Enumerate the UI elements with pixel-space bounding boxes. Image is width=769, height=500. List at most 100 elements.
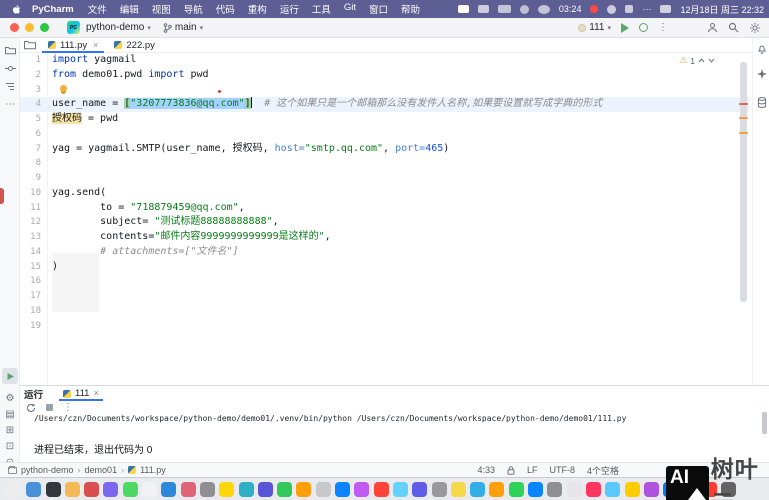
dock-app-icon-10[interactable]	[181, 482, 196, 497]
project-tool-icon[interactable]	[0, 42, 20, 58]
dock-app-icon-22[interactable]	[412, 482, 427, 497]
dock-app-icon-29[interactable]	[547, 482, 562, 497]
run-tool-icon[interactable]	[2, 368, 18, 384]
dock-app-icon-16[interactable]	[296, 482, 311, 497]
more-actions-button[interactable]: ⋮	[658, 22, 669, 33]
input-method-icon[interactable]	[660, 5, 671, 13]
menu-item-工具[interactable]: 工具	[312, 2, 331, 16]
pycharm-logo-icon[interactable]: PC	[67, 21, 80, 34]
user-account-icon[interactable]	[707, 22, 718, 33]
more-tool-windows-icon[interactable]: ⋯	[0, 96, 20, 112]
app-a-icon[interactable]	[607, 5, 616, 14]
line-number[interactable]: 19	[20, 319, 41, 334]
line-number[interactable]: 10	[20, 186, 41, 201]
line-number[interactable]: 9	[20, 171, 41, 186]
code-editor[interactable]: 1import yagmail2from demo01.pwd import p…	[20, 53, 749, 385]
dock-app-icon-27[interactable]	[509, 482, 524, 497]
project-selector[interactable]: python-demo▾	[86, 22, 151, 33]
menu-item-导航[interactable]: 导航	[184, 2, 203, 16]
dock-app-icon-32[interactable]	[605, 482, 620, 497]
debug-button[interactable]	[639, 23, 648, 32]
menu-item-窗口[interactable]: 窗口	[369, 2, 388, 16]
dock-app-icon-8[interactable]	[142, 482, 157, 497]
screen-mirroring-icon[interactable]	[458, 5, 469, 13]
file-encoding[interactable]: UTF-8	[549, 465, 575, 475]
next-warning-icon[interactable]	[708, 58, 715, 63]
menu-item-文件[interactable]: 文件	[88, 2, 107, 16]
ai-assistant-icon[interactable]	[753, 66, 769, 82]
dock-app-icon-24[interactable]	[451, 482, 466, 497]
dock-app-icon-19[interactable]	[354, 482, 369, 497]
cursor-position[interactable]: 4:33	[477, 465, 495, 475]
run-config-selector[interactable]: 111▾	[578, 22, 611, 33]
editor-scrollbar[interactable]	[740, 62, 747, 302]
line-number[interactable]: 13	[20, 230, 41, 245]
line-number[interactable]: 7	[20, 142, 41, 157]
console-command-line[interactable]: /Users/czn/Documents/workspace/python-de…	[34, 414, 755, 423]
inspection-widget[interactable]: ⚠ 1	[679, 55, 715, 66]
console-scrollbar[interactable]	[762, 412, 767, 434]
line-number[interactable]: 17	[20, 289, 41, 304]
apple-logo-icon[interactable]	[12, 4, 22, 15]
menu-item-运行[interactable]: 运行	[280, 2, 299, 16]
line-number[interactable]: 15	[20, 260, 41, 275]
close-window-button[interactable]	[10, 23, 19, 32]
search-icon[interactable]	[728, 22, 739, 33]
line-number[interactable]: 6	[20, 127, 41, 142]
dock-app-icon-6[interactable]	[103, 482, 118, 497]
app-b-icon[interactable]	[625, 5, 633, 13]
editor-tab-222.py[interactable]: 222.py	[106, 38, 163, 52]
menu-item-视图[interactable]: 视图	[152, 2, 171, 16]
dock-app-icon-20[interactable]	[374, 482, 389, 497]
run-tab[interactable]: 111 ×	[57, 386, 105, 401]
dock-app-icon-14[interactable]	[258, 482, 273, 497]
dock-app-icon-7[interactable]	[123, 482, 138, 497]
dock-app-icon-2[interactable]	[26, 482, 41, 497]
line-number[interactable]: 11	[20, 201, 41, 216]
dock-app-icon-1[interactable]	[7, 482, 22, 497]
dock-app-icon-21[interactable]	[393, 482, 408, 497]
dock-app-icon-23[interactable]	[432, 482, 447, 497]
notifications-bell-icon[interactable]	[753, 41, 769, 57]
app-switcher-icon[interactable]	[478, 5, 489, 13]
prev-warning-icon[interactable]	[698, 58, 705, 63]
run-panel-title[interactable]: 运行	[24, 387, 43, 401]
indent-setting[interactable]: 4个空格	[587, 464, 619, 477]
commit-tool-icon[interactable]	[0, 60, 20, 76]
dock-app-icon-3[interactable]	[46, 482, 61, 497]
rerun-button[interactable]	[26, 403, 36, 413]
breadcrumb-item-demo01[interactable]: demo01	[85, 465, 118, 475]
more-status-icon[interactable]: ⋯	[642, 4, 651, 15]
python-console-tool-icon[interactable]: ⊞	[0, 422, 20, 438]
editor-tab-111.py[interactable]: 111.py×	[40, 38, 106, 52]
dock-app-icon-17[interactable]	[316, 482, 331, 497]
line-number[interactable]: 4	[20, 97, 41, 112]
menu-item-Git[interactable]: Git	[344, 2, 356, 16]
menu-item-帮助[interactable]: 帮助	[401, 2, 420, 16]
menu-item-重构[interactable]: 重构	[248, 2, 267, 16]
line-number[interactable]: 16	[20, 274, 41, 289]
run-button[interactable]	[621, 23, 629, 33]
line-separator[interactable]: LF	[527, 465, 538, 475]
line-number[interactable]: 2	[20, 68, 41, 83]
battery-icon[interactable]	[498, 5, 511, 13]
dock-app-icon-4[interactable]	[65, 482, 80, 497]
close-run-tab-icon[interactable]: ×	[93, 388, 99, 399]
dock-app-icon-30[interactable]	[567, 482, 582, 497]
close-tab-icon[interactable]: ×	[93, 40, 98, 50]
dock-app-icon-26[interactable]	[489, 482, 504, 497]
structure-tool-icon[interactable]	[0, 78, 20, 94]
terminal-tool-icon[interactable]: ⊡	[0, 438, 20, 454]
menubar-datetime[interactable]: 12月18日 周三 22:32	[680, 3, 764, 16]
database-icon[interactable]	[753, 94, 769, 110]
minimize-window-button[interactable]	[25, 23, 34, 32]
dock-app-icon-9[interactable]	[161, 482, 176, 497]
dock-app-icon-11[interactable]	[200, 482, 215, 497]
line-number[interactable]: 12	[20, 215, 41, 230]
settings-gear-icon[interactable]	[749, 22, 761, 34]
line-number[interactable]: 18	[20, 304, 41, 319]
line-number[interactable]: 1	[20, 53, 41, 68]
lock-icon[interactable]	[507, 466, 515, 475]
dock-app-icon-31[interactable]	[586, 482, 601, 497]
services-tool-icon[interactable]: ⚙	[0, 390, 20, 406]
